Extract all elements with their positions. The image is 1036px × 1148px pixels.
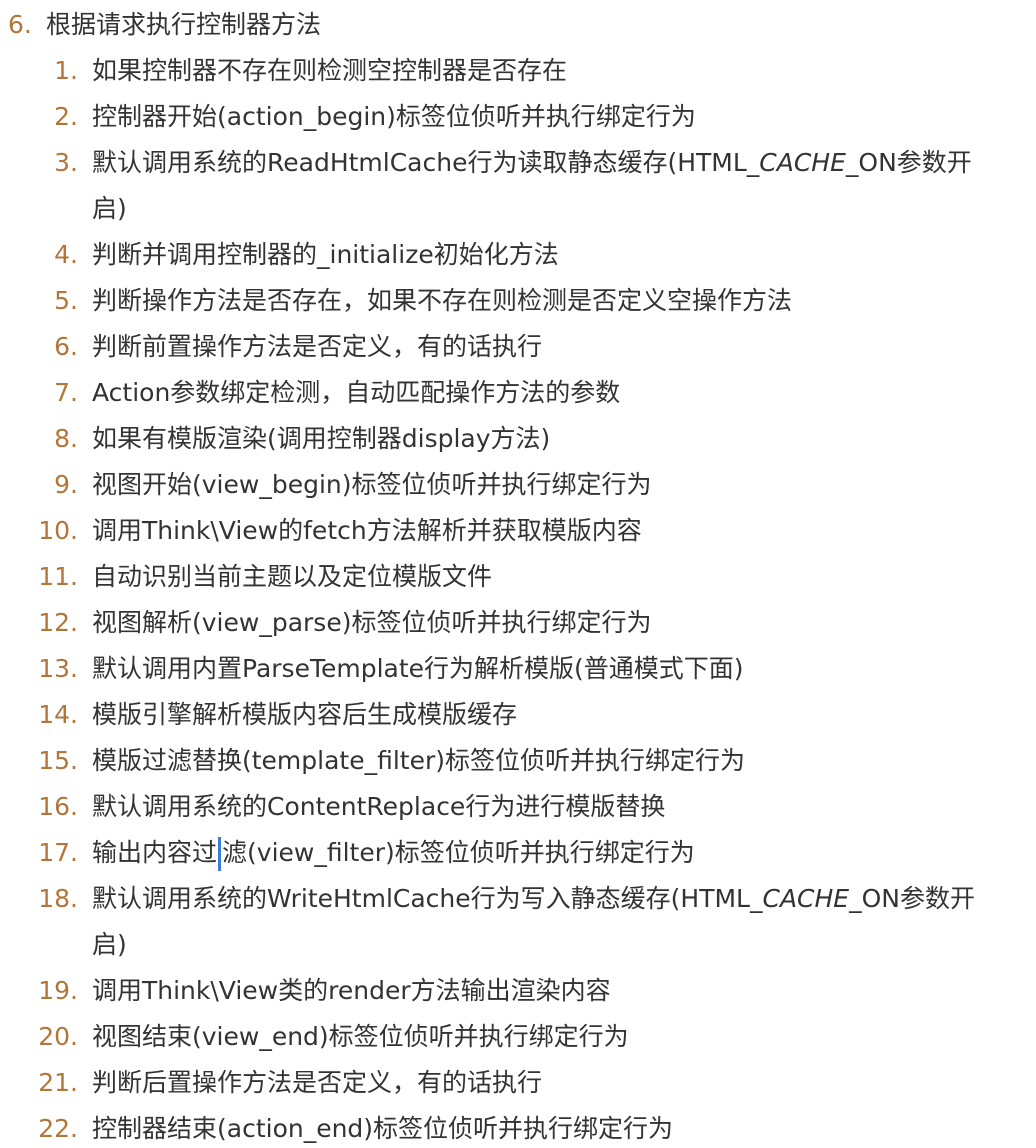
list-item-number: 3. bbox=[54, 148, 78, 177]
list-item-number: 17. bbox=[38, 838, 78, 867]
list-item: 16. 默认调用系统的ContentReplace行为进行模版替换 bbox=[0, 784, 1036, 830]
list-item: 22. 控制器结束(action_end)标签位侦听并执行绑定行为 bbox=[0, 1106, 1036, 1148]
list-item-number: 7. bbox=[54, 378, 78, 407]
list-item-text-part: 滤(view_filter)标签位侦听并执行绑定行为 bbox=[222, 838, 695, 867]
outer-list-item: 6. 根据请求执行控制器方法 bbox=[8, 2, 1036, 48]
list-item-number: 8. bbox=[54, 424, 78, 453]
list-item-text: 判断后置操作方法是否定义，有的话执行 bbox=[92, 1068, 543, 1097]
list-item-number: 1. bbox=[54, 56, 78, 85]
list-item-number: 6. bbox=[54, 332, 78, 361]
list-item-text: 判断操作方法是否存在，如果不存在则检测是否定义空操作方法 bbox=[92, 286, 793, 315]
list-item: 10. 调用Think\View的fetch方法解析并获取模版内容 bbox=[0, 508, 1036, 554]
list-item-number: 13. bbox=[38, 654, 78, 683]
list-item-text: 如果有模版渲染(调用控制器display方法) bbox=[92, 424, 551, 453]
list-item-number: 15. bbox=[38, 746, 78, 775]
list-item: 3. 默认调用系统的ReadHtmlCache行为读取静态缓存(HTML_CACH… bbox=[0, 140, 1036, 232]
list-item-text-part: 默认调用系统的WriteHtmlCache行为写入静态缓存(HTML_ bbox=[92, 884, 763, 913]
list-item: 17. 输出内容过 滤(view_filter)标签位侦听并执行绑定行为 bbox=[0, 830, 1036, 876]
list-item-text: 模版过滤替换(template_filter)标签位侦听并执行绑定行为 bbox=[92, 746, 746, 775]
outer-list-text: 根据请求执行控制器方法 bbox=[46, 10, 322, 39]
list-item-text: 视图解析(view_parse)标签位侦听并执行绑定行为 bbox=[92, 608, 652, 637]
list-item-text-part: 输出内容过 bbox=[92, 838, 218, 867]
list-item: 18. 默认调用系统的WriteHtmlCache行为写入静态缓存(HTML_CA… bbox=[0, 876, 1036, 968]
list-item: 15. 模版过滤替换(template_filter)标签位侦听并执行绑定行为 bbox=[0, 738, 1036, 784]
list-item-number: 16. bbox=[38, 792, 78, 821]
list-item-text: 判断前置操作方法是否定义，有的话执行 bbox=[92, 332, 543, 361]
list-item: 1. 如果控制器不存在则检测空控制器是否存在 bbox=[0, 48, 1036, 94]
document-page: 6. 根据请求执行控制器方法 1. 如果控制器不存在则检测空控制器是否存在 2. 控制… bbox=[0, 0, 1036, 1148]
list-item-text-italic: CACHE bbox=[762, 884, 850, 913]
list-item-text: 默认调用系统的ReadHtmlCache行为读取静态缓存(HTML_CACHE_… bbox=[92, 140, 1000, 232]
list-item: 19. 调用Think\View类的render方法输出渲染内容 bbox=[0, 968, 1036, 1014]
list-item-number: 9. bbox=[54, 470, 78, 499]
list-item-number: 19. bbox=[38, 976, 78, 1005]
list-item-text: 模版引擎解析模版内容后生成模版缓存 bbox=[92, 700, 518, 729]
list-item-text: Action参数绑定检测，自动匹配操作方法的参数 bbox=[92, 378, 621, 407]
list-item-number: 4. bbox=[54, 240, 78, 269]
list-item: 4. 判断并调用控制器的_initialize初始化方法 bbox=[0, 232, 1036, 278]
list-item: 8. 如果有模版渲染(调用控制器display方法) bbox=[0, 416, 1036, 462]
list-item-text: 输出内容过 滤(view_filter)标签位侦听并执行绑定行为 bbox=[92, 830, 1000, 876]
list-item-number: 10. bbox=[38, 516, 78, 545]
list-item-number: 2. bbox=[54, 102, 78, 131]
list-item-text: 自动识别当前主题以及定位模版文件 bbox=[92, 562, 493, 591]
list-item-number: 14. bbox=[38, 700, 78, 729]
list-item: 21. 判断后置操作方法是否定义，有的话执行 bbox=[0, 1060, 1036, 1106]
list-item-text-part: 默认调用系统的ReadHtmlCache行为读取静态缓存(HTML_ bbox=[92, 148, 760, 177]
sub-list: 1. 如果控制器不存在则检测空控制器是否存在 2. 控制器开始(action_begi… bbox=[0, 48, 1036, 1148]
list-item-number: 20. bbox=[38, 1022, 78, 1051]
list-item-text: 默认调用系统的ContentReplace行为进行模版替换 bbox=[92, 792, 666, 821]
list-item: 2. 控制器开始(action_begin)标签位侦听并执行绑定行为 bbox=[0, 94, 1036, 140]
list-item-number: 22. bbox=[38, 1114, 78, 1143]
list-item: 11. 自动识别当前主题以及定位模版文件 bbox=[0, 554, 1036, 600]
list-item-number: 11. bbox=[38, 562, 78, 591]
list-item-text: 控制器开始(action_begin)标签位侦听并执行绑定行为 bbox=[92, 102, 696, 131]
outer-list-marker: 6. bbox=[8, 10, 32, 39]
list-item: 12. 视图解析(view_parse)标签位侦听并执行绑定行为 bbox=[0, 600, 1036, 646]
list-item-text: 判断并调用控制器的_initialize初始化方法 bbox=[92, 240, 559, 269]
list-item-text: 控制器结束(action_end)标签位侦听并执行绑定行为 bbox=[92, 1114, 674, 1143]
list-item: 6. 判断前置操作方法是否定义，有的话执行 bbox=[0, 324, 1036, 370]
list-item: 20. 视图结束(view_end)标签位侦听并执行绑定行为 bbox=[0, 1014, 1036, 1060]
list-item: 14. 模版引擎解析模版内容后生成模版缓存 bbox=[0, 692, 1036, 738]
text-cursor bbox=[218, 837, 222, 871]
list-item: 5. 判断操作方法是否存在，如果不存在则检测是否定义空操作方法 bbox=[0, 278, 1036, 324]
list-item-text: 默认调用内置ParseTemplate行为解析模版(普通模式下面) bbox=[92, 654, 744, 683]
list-item: 9. 视图开始(view_begin)标签位侦听并执行绑定行为 bbox=[0, 462, 1036, 508]
list-item-number: 21. bbox=[38, 1068, 78, 1097]
list-item-text: 调用Think\View的fetch方法解析并获取模版内容 bbox=[92, 516, 642, 545]
list-item-number: 12. bbox=[38, 608, 78, 637]
list-item-text: 视图结束(view_end)标签位侦听并执行绑定行为 bbox=[92, 1022, 629, 1051]
list-item-text: 默认调用系统的WriteHtmlCache行为写入静态缓存(HTML_CACHE… bbox=[92, 876, 1000, 968]
list-item-text: 调用Think\View类的render方法输出渲染内容 bbox=[92, 976, 611, 1005]
list-item-number: 18. bbox=[38, 884, 78, 913]
list-item-text: 如果控制器不存在则检测空控制器是否存在 bbox=[92, 56, 568, 85]
list-item-text: 视图开始(view_begin)标签位侦听并执行绑定行为 bbox=[92, 470, 652, 499]
list-item-text-italic: CACHE bbox=[759, 148, 846, 177]
list-item-number: 5. bbox=[54, 286, 78, 315]
list-item: 13. 默认调用内置ParseTemplate行为解析模版(普通模式下面) bbox=[0, 646, 1036, 692]
list-item: 7. Action参数绑定检测，自动匹配操作方法的参数 bbox=[0, 370, 1036, 416]
